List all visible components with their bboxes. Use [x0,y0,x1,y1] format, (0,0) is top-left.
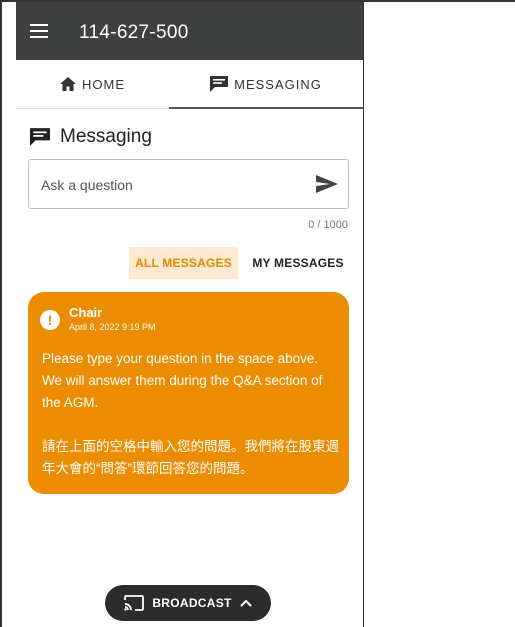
tab-messaging-label: MESSAGING [234,76,322,92]
chat-icon [30,128,50,146]
menu-icon[interactable] [30,24,48,38]
filter-all-messages[interactable]: ALL MESSAGES [129,247,238,279]
character-counter: 0 / 1000 [308,219,348,231]
top-bar: 114-627-500 [16,2,363,60]
active-tab-indicator [169,107,363,109]
message-author: Chair [69,305,103,320]
message-timestamp: April 8, 2022 9:19 PM [69,322,156,332]
tab-messaging[interactable]: MESSAGING [169,60,363,109]
messaging-title: Messaging [60,126,152,147]
send-icon[interactable] [316,175,338,193]
frame-left-border [0,0,2,627]
alert-icon: ! [40,310,60,330]
message-body: Please type your question in the space a… [42,348,340,480]
event-id-title: 114-627-500 [79,22,189,43]
tab-bar: HOME MESSAGING [16,60,363,109]
app-panel: 114-627-500 HOME MESSAGING Messaging 0 /… [16,2,363,627]
tab-home[interactable]: HOME [16,60,169,108]
home-icon [60,77,76,91]
broadcast-button[interactable]: BROADCAST [105,585,271,621]
filter-my-messages[interactable]: MY MESSAGES [248,247,348,279]
tab-home-label: HOME [82,76,125,92]
chevron-up-icon [239,599,252,607]
message-text-zh: 請在上面的空格中輸入您的問題。我們將在股東週年大會的“問答”環節回答您的問題。 [42,439,339,476]
question-field [28,159,349,209]
question-input[interactable] [39,174,303,196]
message-bubble: ! Chair April 8, 2022 9:19 PM Please typ… [28,292,349,494]
chat-icon [210,76,229,92]
frame-divider [363,0,364,627]
broadcast-label: BROADCAST [152,596,232,610]
message-text-en: Please type your question in the space a… [42,351,323,410]
cast-icon [124,595,145,611]
messaging-section-title: Messaging [30,126,152,148]
